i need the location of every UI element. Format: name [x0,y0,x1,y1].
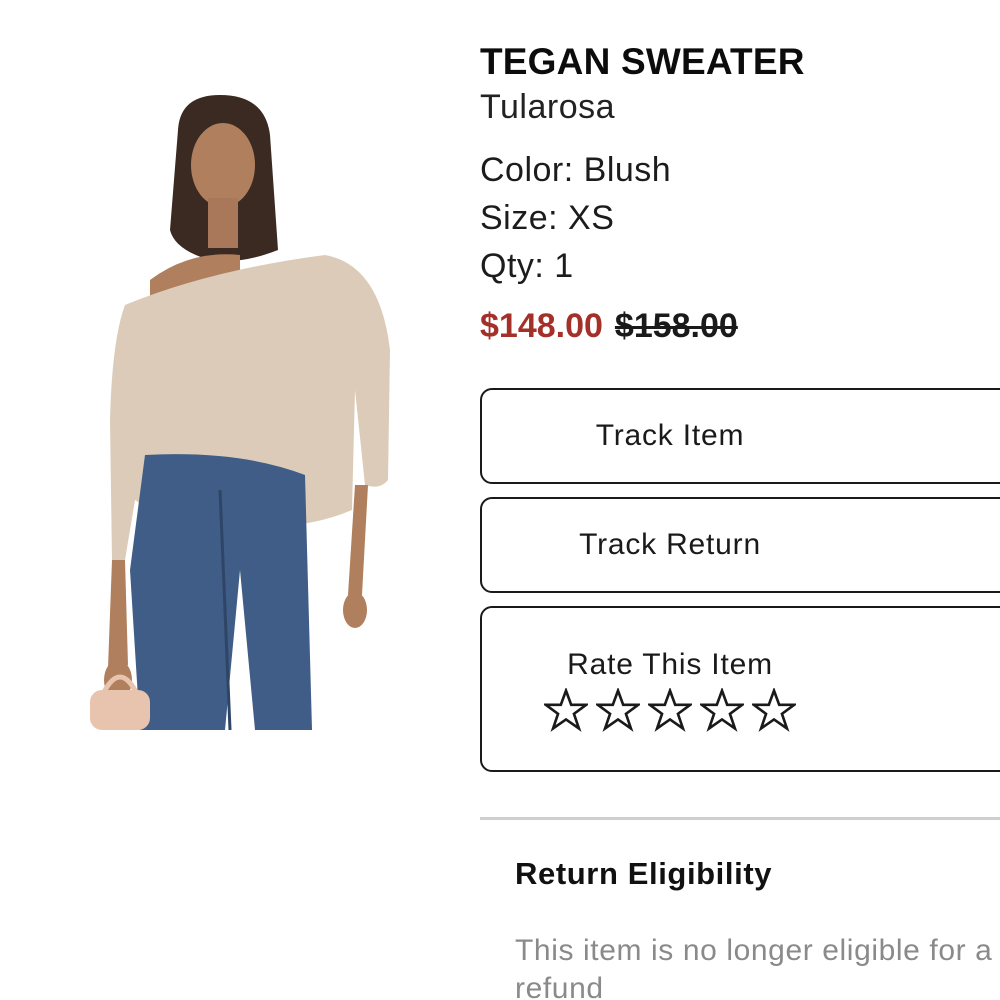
product-quantity: Qty: 1 [480,247,574,285]
track-item-button[interactable]: Track Item [480,388,1000,484]
rate-item-box: Rate This Item [480,606,1000,772]
order-item-page: TEGAN SWEATER Tularosa Color: Blush Size… [0,0,1000,1000]
product-attributes: Color: Blush Size: XS Qty: 1 [480,146,1000,290]
product-brand: Tularosa [480,88,616,126]
track-return-button[interactable]: Track Return [480,497,1000,593]
star-outline-icon[interactable] [752,688,796,732]
product-color: Color: Blush [480,151,672,189]
star-outline-icon[interactable] [700,688,744,732]
original-price: $158.00 [614,307,738,345]
rate-item-label: Rate This Item [567,648,773,681]
product-image [90,90,400,730]
section-divider [480,817,1000,820]
star-rating [544,688,796,732]
star-outline-icon[interactable] [596,688,640,732]
product-name: TEGAN SWEATER [480,41,805,82]
return-eligibility-message: This item is no longer eligible for a re… [515,934,993,1000]
product-size: Size: XS [480,199,615,237]
price-row: $148.00 $158.00 [480,306,1000,346]
product-photo-illustration [90,95,390,730]
sale-price: $148.00 [480,307,603,345]
star-outline-icon[interactable] [648,688,692,732]
star-outline-icon[interactable] [544,688,588,732]
return-eligibility-title: Return Eligibility [515,856,773,891]
product-info: TEGAN SWEATER Tularosa Color: Blush Size… [480,40,1000,346]
